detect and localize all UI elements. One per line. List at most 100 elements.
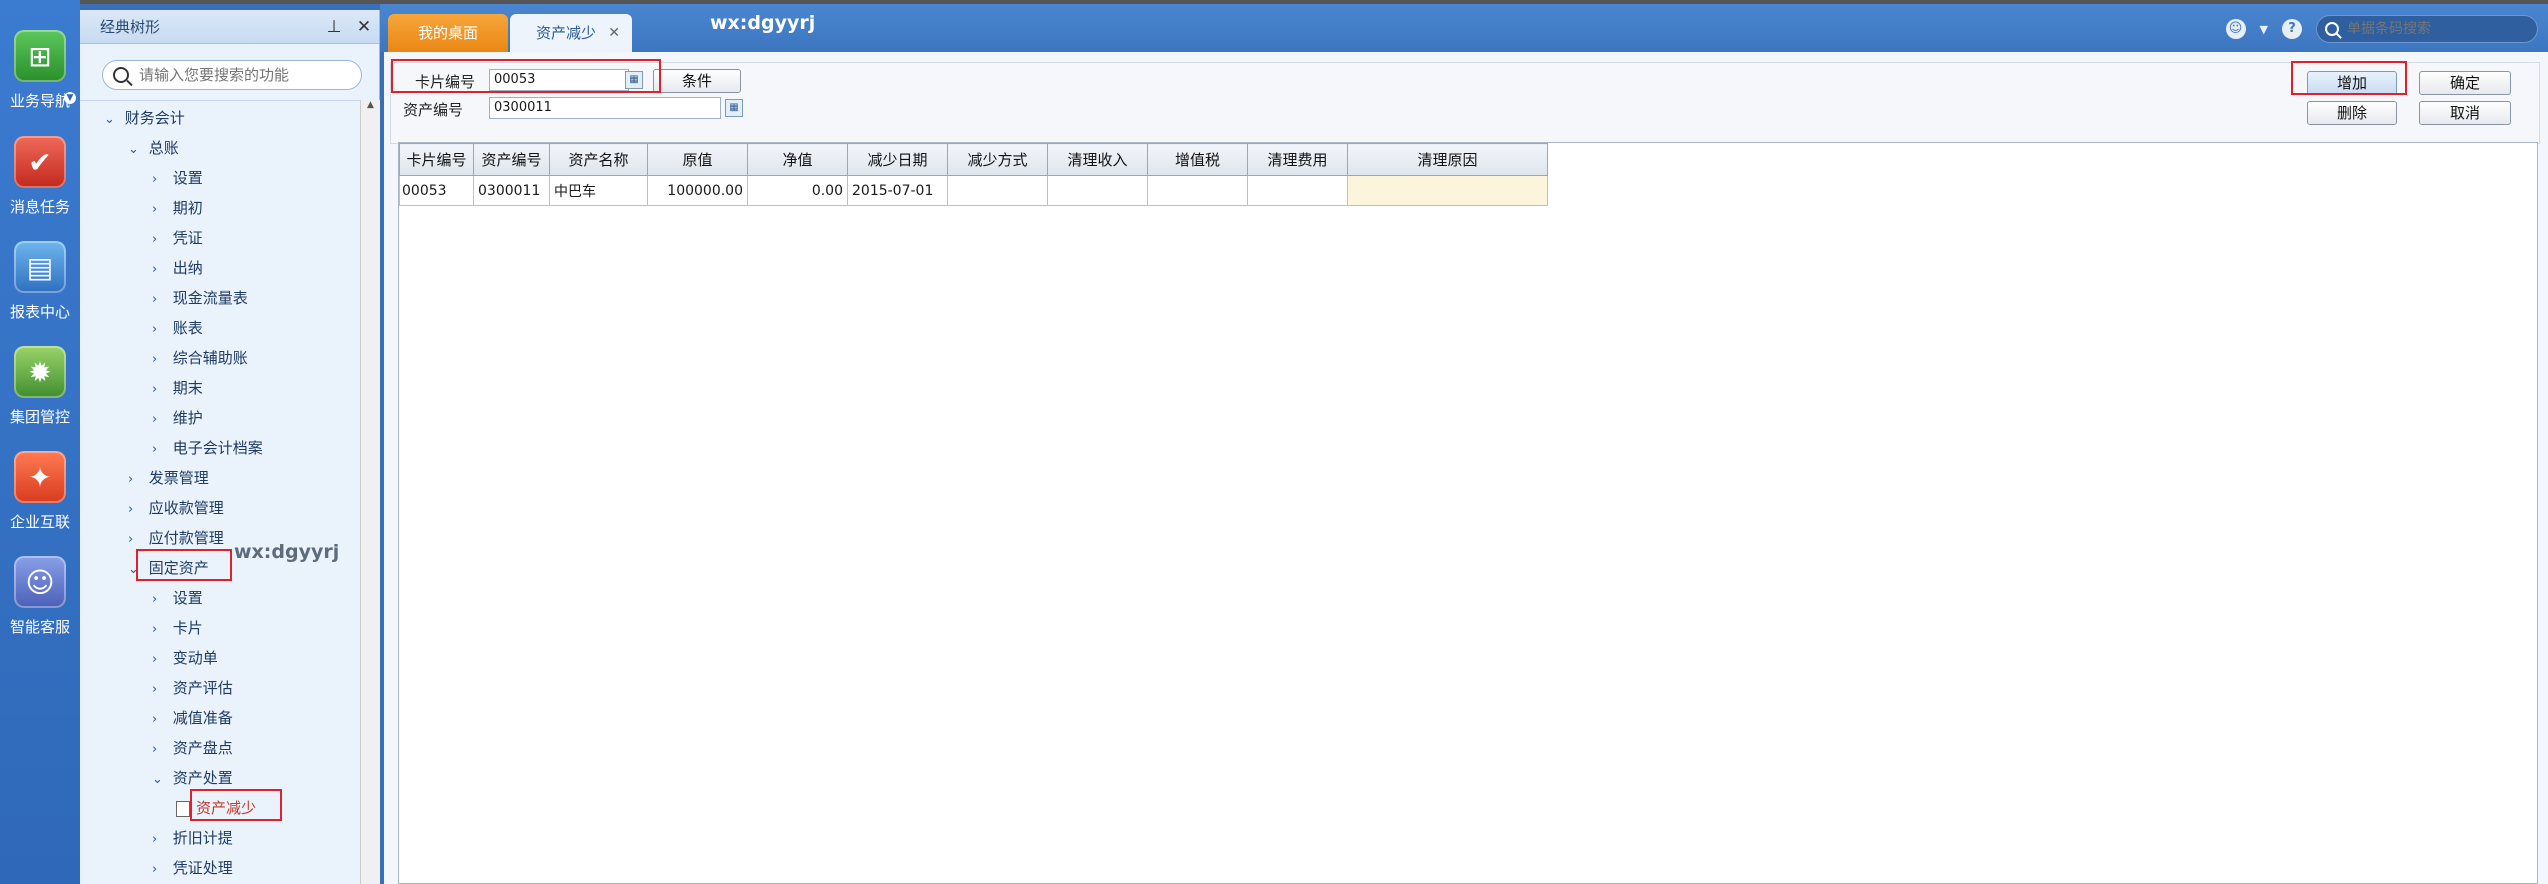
table-row[interactable]: 00053 0300011 中巴车 100000.00 0.00 2015-07…: [399, 175, 1548, 206]
topbar-right-tools: ☺ ▼ ?: [2225, 14, 2548, 44]
column-header[interactable]: 资产编号: [473, 143, 550, 176]
tree-header: 经典树形 ⊥ ✕: [80, 10, 379, 44]
left-icon-rail: ⊞ 业务导航 ▼ ✔ 消息任务 ▤ 报表中心 ✹ 集团管控 ✦ 企业互联 ☺ 智…: [0, 0, 80, 884]
chevron-right-icon: ›: [152, 352, 158, 367]
tree-node-gl-e-archive[interactable]: › 电子会计档案: [152, 435, 263, 461]
tab-asset-reduction[interactable]: 资产减少 ✕: [510, 14, 632, 54]
tree-scrollbar[interactable]: ▲: [360, 100, 380, 884]
column-header[interactable]: 资产名称: [549, 143, 648, 176]
cell-card-number[interactable]: 00053: [399, 175, 474, 206]
rail-item-message-task[interactable]: ✔ 消息任务: [0, 136, 80, 236]
lookup-icon[interactable]: ▦: [725, 99, 743, 117]
cell-clearing-income[interactable]: [1047, 175, 1148, 206]
rail-item-report-center[interactable]: ▤ 报表中心: [0, 241, 80, 341]
add-button[interactable]: 增加: [2307, 71, 2397, 95]
cancel-button[interactable]: 取消: [2419, 101, 2511, 125]
cell-clearing-reason[interactable]: [1347, 175, 1548, 206]
column-header[interactable]: 净值: [747, 143, 848, 176]
chevron-right-icon: ›: [152, 742, 158, 757]
tree-node-gl-voucher[interactable]: › 凭证: [152, 225, 203, 251]
rail-item-enterprise-connect[interactable]: ✦ 企业互联: [0, 451, 80, 551]
tab-my-desktop[interactable]: 我的桌面: [388, 14, 508, 54]
smiley-icon[interactable]: ☺: [2225, 19, 2246, 39]
rail-item-business-nav[interactable]: ⊞ 业务导航 ▼: [0, 30, 80, 130]
tree-node-fa-settings[interactable]: › 设置: [152, 585, 203, 611]
message-task-icon: ✔: [14, 136, 66, 188]
pin-icon[interactable]: ⊥: [319, 17, 349, 37]
delete-button[interactable]: 删除: [2307, 101, 2397, 125]
rail-item-label: 消息任务: [9, 198, 70, 216]
document-icon: [176, 800, 190, 817]
tree-node-gl-cashflow[interactable]: › 现金流量表: [152, 285, 248, 311]
tree-node-fa-depreciation[interactable]: › 折旧计提: [152, 825, 233, 851]
rail-item-label: 报表中心: [9, 303, 70, 321]
column-header[interactable]: 减少日期: [847, 143, 948, 176]
table-header-row: 卡片编号 资产编号 资产名称 原值 净值 减少日期 减少方式 清理收入 增值税 …: [399, 143, 1548, 176]
tree-node-gl-opening[interactable]: › 期初: [152, 195, 203, 221]
column-header[interactable]: 清理原因: [1347, 143, 1548, 176]
confirm-button[interactable]: 确定: [2419, 71, 2511, 95]
rail-item-group-control[interactable]: ✹ 集团管控: [0, 346, 80, 446]
barcode-search-box[interactable]: [2316, 15, 2538, 43]
tree-node-fa-inventory[interactable]: › 资产盘点: [152, 735, 233, 761]
tree-node-gl-cashier[interactable]: › 出纳: [152, 255, 203, 281]
smart-service-icon: ☺: [14, 556, 66, 608]
condition-button[interactable]: 条件: [653, 69, 741, 93]
tree-node-gl-reports[interactable]: › 账表: [152, 315, 203, 341]
tree-search-input[interactable]: [139, 66, 359, 84]
tree-node-gl-auxiliary[interactable]: › 综合辅助账: [152, 345, 248, 371]
tree-node-fa-change[interactable]: › 变动单: [152, 645, 218, 671]
cell-vat[interactable]: [1147, 175, 1248, 206]
cell-original-value[interactable]: 100000.00: [647, 175, 748, 206]
cell-asset-number[interactable]: 0300011: [473, 175, 550, 206]
help-icon[interactable]: ?: [2282, 19, 2302, 39]
chevron-right-icon: ›: [152, 832, 158, 847]
tree-node-label: 折旧计提: [172, 829, 233, 847]
asset-number-label: 资产编号: [403, 101, 464, 119]
tree-node-ap[interactable]: › 应付款管理: [128, 525, 224, 551]
tree-node-label: 电子会计档案: [172, 439, 263, 457]
chevron-down-icon: ⌄: [104, 112, 115, 127]
tree-node-fa-impairment[interactable]: › 减值准备: [152, 705, 233, 731]
cell-reduction-date[interactable]: 2015-07-01: [847, 175, 948, 206]
tree-node-gl-settings[interactable]: › 设置: [152, 165, 203, 191]
tree-node-fa-evaluation[interactable]: › 资产评估: [152, 675, 233, 701]
asset-number-input[interactable]: 0300011: [489, 97, 721, 119]
barcode-search-input[interactable]: [2347, 21, 2527, 37]
scroll-up-icon[interactable]: ▲: [361, 100, 380, 118]
search-icon: [2325, 22, 2339, 36]
close-icon[interactable]: ✕: [349, 17, 379, 37]
tree-search-box[interactable]: [102, 60, 362, 90]
tree-node-gl[interactable]: ⌄ 总账: [128, 135, 179, 161]
cell-net-value[interactable]: 0.00: [747, 175, 848, 206]
tree-node-fixed-assets[interactable]: ⌄ 固定资产: [128, 555, 209, 581]
tree-node-fa-disposal[interactable]: ⌄ 资产处置: [152, 765, 233, 791]
column-header[interactable]: 卡片编号: [399, 143, 474, 176]
column-header[interactable]: 清理费用: [1247, 143, 1348, 176]
cell-reduction-method[interactable]: [947, 175, 1048, 206]
tree-node-fa-voucher[interactable]: › 凭证处理: [152, 855, 233, 881]
card-number-input[interactable]: 00053: [489, 69, 629, 91]
tree-node-fa-card[interactable]: › 卡片: [152, 615, 203, 641]
chevron-down-icon[interactable]: ▼: [2260, 23, 2268, 36]
tree-node-invoice[interactable]: › 发票管理: [128, 465, 209, 491]
top-tab-bar: 我的桌面 资产减少 ✕ wx:dgyyrj ☺ ▼ ?: [380, 4, 2548, 54]
lookup-icon[interactable]: ▦: [625, 71, 643, 89]
column-header[interactable]: 清理收入: [1047, 143, 1148, 176]
tree-node-label: 设置: [172, 589, 203, 607]
tree-node-asset-reduction[interactable]: 资产减少: [176, 795, 256, 821]
column-header[interactable]: 增值税: [1147, 143, 1248, 176]
asset-reduction-grid: 卡片编号 资产编号 资产名称 原值 净值 减少日期 减少方式 清理收入 增值税 …: [398, 142, 2538, 884]
tree-node-ar[interactable]: › 应收款管理: [128, 495, 224, 521]
cell-asset-name[interactable]: 中巴车: [549, 175, 648, 206]
tree-node-gl-period-end[interactable]: › 期末: [152, 375, 203, 401]
tree-node-label: 应收款管理: [148, 499, 224, 517]
column-header[interactable]: 减少方式: [947, 143, 1048, 176]
tree-node-finance[interactable]: ⌄ 财务会计: [104, 105, 185, 131]
column-header[interactable]: 原值: [647, 143, 748, 176]
cell-clearing-cost[interactable]: [1247, 175, 1348, 206]
rail-item-smart-service[interactable]: ☺ 智能客服: [0, 556, 80, 656]
chevron-down-icon[interactable]: ▼: [64, 92, 76, 104]
tree-node-gl-maintenance[interactable]: › 维护: [152, 405, 203, 431]
close-icon[interactable]: ✕: [608, 14, 620, 52]
